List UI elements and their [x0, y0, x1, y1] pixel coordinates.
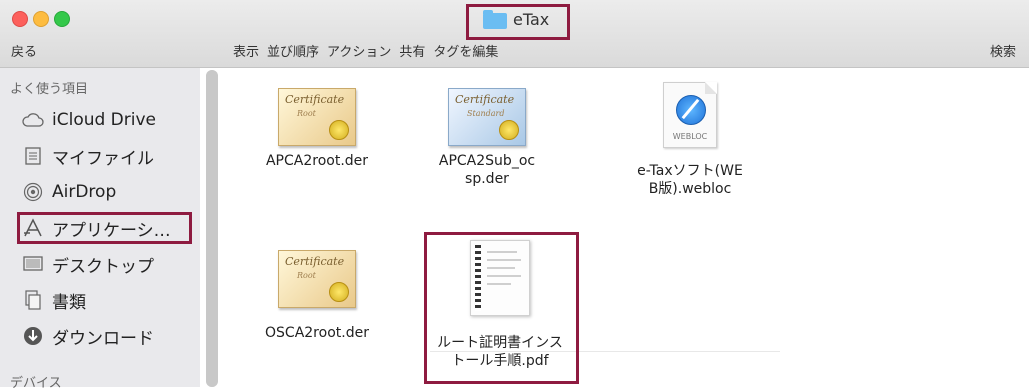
sidebar-item-label: AirDrop [52, 182, 117, 202]
zoom-window-button[interactable] [54, 11, 70, 27]
sidebar-item-icloud-drive[interactable]: iCloud Drive [22, 106, 156, 134]
sidebar-item-label: 書類 [52, 292, 86, 313]
sidebar-item-label: デスクトップ [52, 256, 154, 277]
share-button[interactable]: 共有 [399, 41, 425, 60]
download-icon [22, 325, 44, 347]
edit-tags-button[interactable]: タグを編集 [433, 41, 498, 60]
devices-header: デバイス [10, 376, 62, 391]
sidebar-item-label: ダウンロード [52, 328, 154, 349]
action-button[interactable]: アクション [327, 41, 391, 60]
highlight-box-pdf [424, 232, 579, 384]
title-bar: eTax 戻る 表示 並び順序 アクション 共有 タグを編集 検索 [0, 0, 1029, 68]
sidebar-item-downloads[interactable]: ダウンロード [22, 322, 154, 350]
webloc-icon: WEBLOC [663, 82, 717, 148]
scrollbar-thumb[interactable] [206, 70, 218, 387]
sidebar-scrollbar[interactable] [206, 70, 218, 387]
certificate-icon: Certificate Root [278, 250, 356, 308]
document-icon [22, 145, 44, 167]
minimize-window-button[interactable] [33, 11, 49, 27]
sidebar-item-my-files[interactable]: マイファイル [22, 142, 154, 170]
favorites-header: よく使う項目 [10, 82, 89, 97]
close-window-button[interactable] [12, 11, 28, 27]
cloud-icon [22, 109, 44, 131]
file-name: APCA2Sub_ocsp.der [438, 153, 536, 187]
back-button[interactable]: 戻る [11, 41, 37, 60]
file-name: OSCA2root.der [265, 325, 369, 341]
highlight-box-title [466, 4, 570, 40]
toolbar: 表示 並び順序 アクション 共有 タグを編集 [233, 41, 498, 60]
airdrop-icon [22, 181, 44, 203]
highlight-box-applications [17, 212, 192, 244]
file-etax-webloc[interactable]: WEBLOC e-Taxソフト(WEB版).webloc [620, 82, 760, 198]
file-apca2root[interactable]: Certificate Root APCA2root.der [247, 88, 387, 170]
view-menu-button[interactable]: 表示 [233, 41, 259, 60]
file-apca2sub-ocsp[interactable]: Certificate Standard APCA2Sub_ocsp.der [417, 88, 557, 188]
desktop-icon [22, 253, 44, 275]
sidebar-item-label: マイファイル [52, 148, 154, 169]
file-osca2root[interactable]: Certificate Root OSCA2root.der [247, 250, 387, 342]
file-name: e-Taxソフト(WEB版).webloc [637, 163, 743, 197]
certificate-icon: Certificate Root [278, 88, 356, 146]
sidebar-item-label: iCloud Drive [52, 110, 157, 130]
file-area: Certificate Root APCA2root.der Certifica… [220, 68, 1029, 387]
sidebar-item-desktop[interactable]: デスクトップ [22, 250, 154, 278]
arrange-button[interactable]: 並び順序 [267, 41, 319, 60]
file-name: APCA2root.der [265, 153, 369, 169]
folder-documents-icon [22, 289, 44, 311]
sidebar-item-documents[interactable]: 書類 [22, 286, 86, 314]
search-button[interactable]: 検索 [990, 41, 1016, 60]
certificate-icon: Certificate Standard [448, 88, 526, 146]
sidebar-item-airdrop[interactable]: AirDrop [22, 178, 116, 206]
